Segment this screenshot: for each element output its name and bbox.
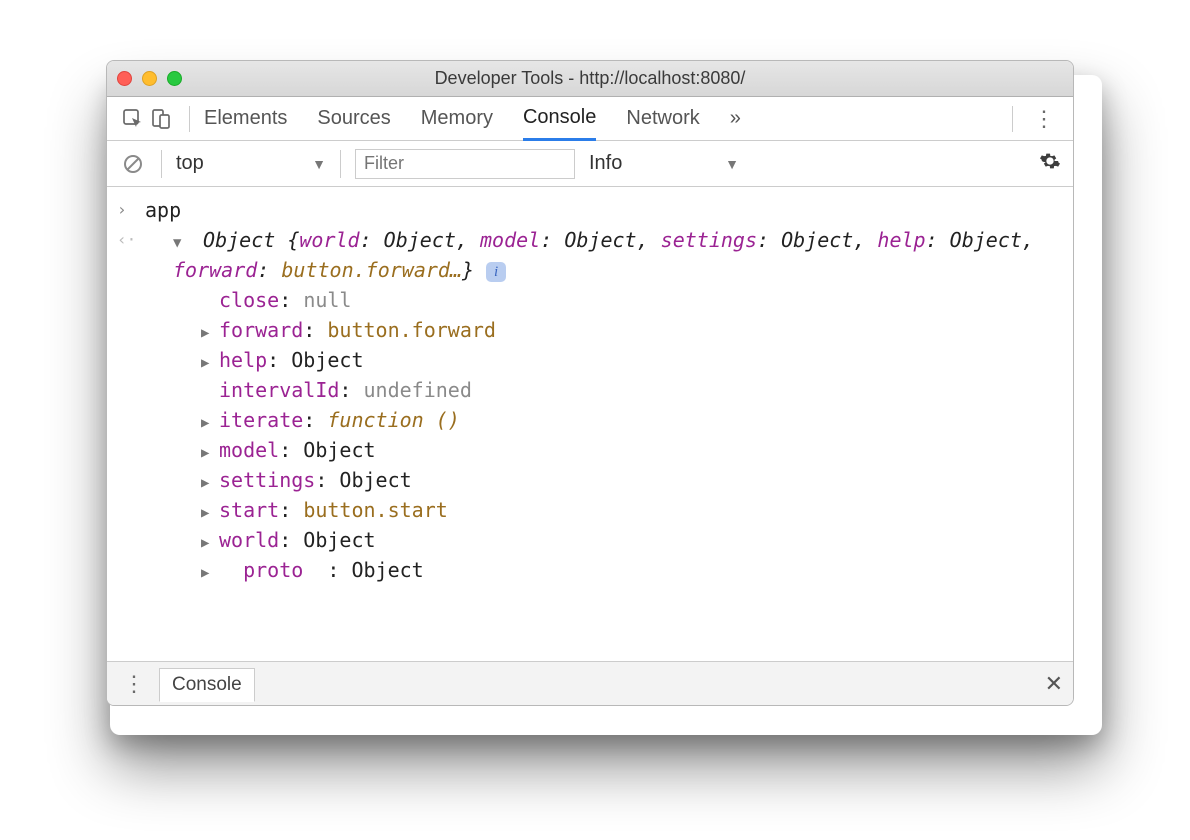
- tab-label: Elements: [204, 107, 287, 130]
- chevron-down-icon: ▼: [725, 156, 739, 172]
- toggle-device-icon[interactable]: [147, 105, 175, 133]
- console-toolbar: top ▼ Info ▼: [107, 141, 1073, 187]
- devtools-window: Developer Tools - http://localhost:8080/…: [106, 60, 1074, 706]
- expand-toggle[interactable]: [201, 533, 219, 554]
- titlebar: Developer Tools - http://localhost:8080/: [107, 61, 1073, 97]
- separator: [1012, 106, 1013, 132]
- object-property-row[interactable]: close: null: [117, 285, 1063, 315]
- panel-tabs: Elements Sources Memory Console Network …: [204, 97, 741, 140]
- object-property-row[interactable]: model: Object: [117, 435, 1063, 465]
- settings-gear-icon[interactable]: [1039, 150, 1061, 178]
- console-output-row: ‹· Object {world: Object, model: Object,…: [117, 225, 1063, 285]
- separator: [189, 106, 190, 132]
- object-property-row[interactable]: intervalId: undefined: [117, 375, 1063, 405]
- context-selector[interactable]: top ▼: [176, 152, 326, 175]
- separator: [340, 150, 341, 178]
- tab-label: Console: [523, 106, 596, 129]
- tabs-overflow[interactable]: »: [730, 97, 741, 140]
- expand-toggle[interactable]: [201, 323, 219, 344]
- tab-label: Network: [626, 107, 699, 130]
- traffic-lights: [117, 71, 182, 86]
- object-property-row[interactable]: forward: button.forward: [117, 315, 1063, 345]
- separator: [161, 150, 162, 178]
- expand-toggle[interactable]: [201, 413, 219, 434]
- expand-toggle[interactable]: [201, 503, 219, 524]
- object-property-row[interactable]: iterate: function (): [117, 405, 1063, 435]
- tab-label: Memory: [421, 107, 493, 130]
- context-value: top: [176, 152, 204, 175]
- tab-label: Sources: [317, 107, 390, 130]
- console-input-row: › app: [117, 195, 1063, 225]
- console-output: › app ‹· Object {world: Object, model: O…: [107, 187, 1073, 661]
- chevron-down-icon: ▼: [312, 156, 326, 172]
- filter-input[interactable]: [355, 149, 575, 179]
- inspect-element-icon[interactable]: [119, 105, 147, 133]
- drawer-tab-console[interactable]: Console: [159, 668, 255, 702]
- object-property-row[interactable]: settings: Object: [117, 465, 1063, 495]
- object-property-row[interactable]: proto : Object: [117, 555, 1063, 585]
- expand-toggle[interactable]: [201, 353, 219, 374]
- drawer: ⋮ Console ✕: [107, 661, 1073, 705]
- tab-sources[interactable]: Sources: [317, 97, 390, 140]
- drawer-menu-icon[interactable]: ⋮: [117, 671, 151, 697]
- close-window-button[interactable]: [117, 71, 132, 86]
- object-property-row[interactable]: world: Object: [117, 525, 1063, 555]
- more-menu-icon[interactable]: ⋮: [1027, 106, 1061, 132]
- chevron-double-right-icon: »: [730, 107, 741, 130]
- info-badge-icon[interactable]: i: [486, 262, 506, 282]
- result-chevron-icon: ‹·: [117, 225, 145, 252]
- tab-elements[interactable]: Elements: [204, 97, 287, 140]
- console-input-text: app: [145, 195, 1063, 225]
- tab-network[interactable]: Network: [626, 97, 699, 140]
- expand-toggle[interactable]: [173, 233, 191, 254]
- minimize-window-button[interactable]: [142, 71, 157, 86]
- object-summary[interactable]: Object {world: Object, model: Object, se…: [145, 225, 1063, 285]
- level-selector[interactable]: Info ▼: [589, 152, 739, 175]
- expand-toggle[interactable]: [201, 563, 219, 584]
- tab-memory[interactable]: Memory: [421, 97, 493, 140]
- clear-console-icon[interactable]: [119, 150, 147, 178]
- object-property-row[interactable]: help: Object: [117, 345, 1063, 375]
- panel-tabs-row: Elements Sources Memory Console Network …: [107, 97, 1073, 141]
- level-value: Info: [589, 152, 622, 175]
- prompt-chevron-icon: ›: [117, 195, 145, 222]
- object-property-row[interactable]: start: button.start: [117, 495, 1063, 525]
- zoom-window-button[interactable]: [167, 71, 182, 86]
- tab-console[interactable]: Console: [523, 98, 596, 141]
- expand-toggle[interactable]: [201, 443, 219, 464]
- expand-toggle[interactable]: [201, 473, 219, 494]
- close-drawer-icon[interactable]: ✕: [1045, 671, 1063, 697]
- window-title: Developer Tools - http://localhost:8080/: [107, 68, 1073, 89]
